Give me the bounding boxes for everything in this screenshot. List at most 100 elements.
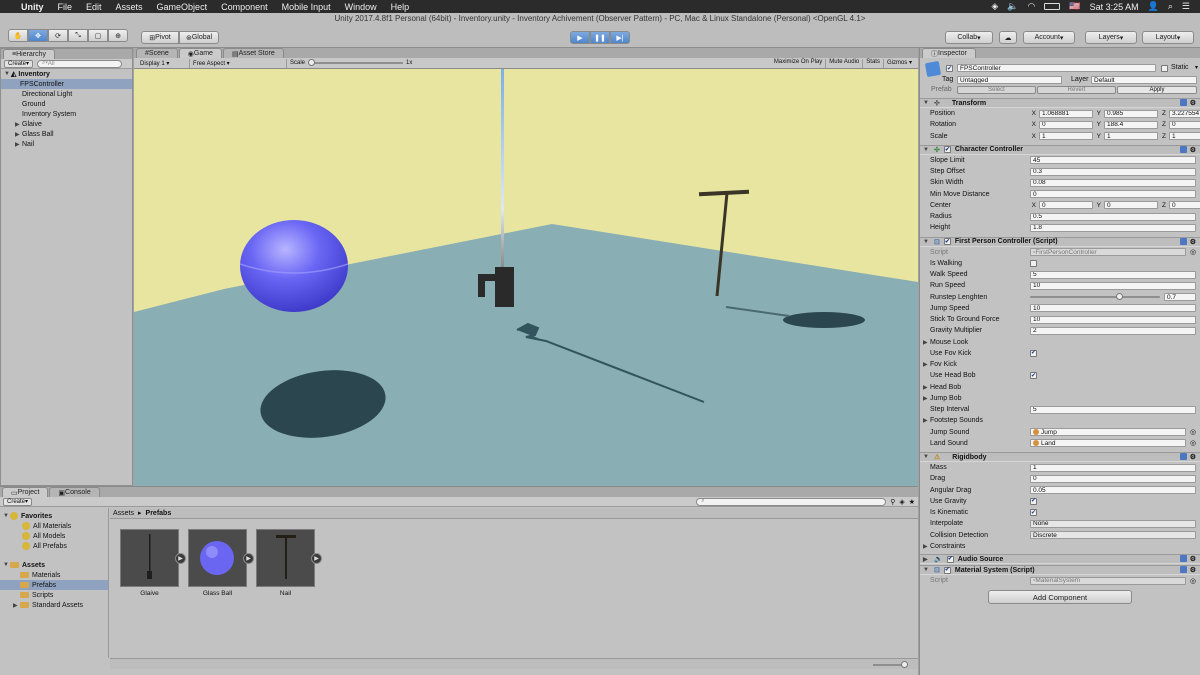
- constraints-foldout[interactable]: ▶ Constraints: [920, 541, 1200, 552]
- cloud-icon[interactable]: ☁: [999, 31, 1017, 44]
- notification-center-icon[interactable]: ☰: [1182, 1, 1190, 12]
- fov-kick-foldout[interactable]: ▶ Fov Kick: [920, 359, 1200, 370]
- favorite-star-icon[interactable]: ★: [909, 498, 915, 506]
- menu-gameobject[interactable]: GameObject: [150, 2, 215, 12]
- user-icon[interactable]: 👤: [1148, 1, 1159, 12]
- account-dropdown[interactable]: Account ▾: [1023, 31, 1075, 44]
- play-button[interactable]: ▶: [570, 31, 590, 44]
- step-offset-field[interactable]: 0.3: [1030, 167, 1196, 176]
- tab-console[interactable]: ▣ Console: [49, 487, 100, 497]
- gear-icon[interactable]: ⚙: [1190, 566, 1196, 574]
- assets-row[interactable]: ▼ Assets: [0, 560, 108, 570]
- prefab-nail[interactable]: ▶ Nail: [256, 529, 322, 597]
- favorites-row[interactable]: ▼ Favorites: [0, 511, 108, 521]
- transform-header[interactable]: ▼ ⊹ Transform ⚙: [920, 98, 1200, 108]
- tab-project[interactable]: ▭ Project: [2, 487, 49, 497]
- thumbnail-size-knob[interactable]: [901, 661, 908, 668]
- object-name-field[interactable]: FPSController: [957, 64, 1156, 72]
- mass-field[interactable]: 1: [1030, 463, 1196, 472]
- scale-y-field[interactable]: 1: [1104, 132, 1158, 141]
- prefab-apply-button[interactable]: Apply: [1117, 86, 1197, 94]
- hand-tool-icon[interactable]: ✋: [8, 29, 28, 42]
- menu-edit[interactable]: Edit: [79, 2, 109, 12]
- head-bob-foldout[interactable]: ▶ Head Bob: [920, 382, 1200, 393]
- move-tool-icon[interactable]: ✥: [28, 29, 48, 42]
- step-interval-field[interactable]: 5: [1030, 405, 1196, 414]
- land-sound-field[interactable]: Land: [1030, 439, 1186, 448]
- prefab-glaive[interactable]: ▶ Glaive: [120, 529, 186, 597]
- center-x-field[interactable]: 0: [1039, 201, 1093, 210]
- audio-source-header[interactable]: ▶ 🔊 ✔ Audio Source ⚙: [920, 554, 1200, 564]
- menu-window[interactable]: Window: [338, 2, 384, 12]
- menu-file[interactable]: File: [51, 2, 80, 12]
- run-speed-field[interactable]: 10: [1030, 281, 1196, 290]
- game-viewport[interactable]: [134, 69, 918, 486]
- spotlight-search-icon[interactable]: ⌕: [1168, 1, 1173, 12]
- stick-ground-field[interactable]: 10: [1030, 315, 1196, 324]
- layer-dropdown[interactable]: Default: [1091, 76, 1197, 84]
- active-checkbox[interactable]: ✔: [946, 65, 953, 72]
- component-enabled-checkbox[interactable]: ✔: [943, 238, 951, 245]
- project-create-button[interactable]: Create ▾: [3, 497, 33, 506]
- foldout-arrow-icon[interactable]: ▶: [923, 339, 930, 346]
- rigidbody-header[interactable]: ▼ ⚠ Rigidbody ⚙: [920, 452, 1200, 462]
- glaive-pole[interactable]: [501, 69, 504, 269]
- pause-button[interactable]: ❚❚: [590, 31, 610, 44]
- gizmos-dropdown[interactable]: Gizmos ▾: [884, 59, 915, 68]
- hierarchy-item-fpscontroller[interactable]: FPSController: [1, 79, 132, 89]
- collapse-arrow-icon[interactable]: ▶: [15, 131, 22, 138]
- stats-toggle[interactable]: Stats: [863, 59, 883, 68]
- hierarchy-item-glaive[interactable]: ▶ Glaive: [1, 119, 132, 129]
- battery-icon[interactable]: [1044, 3, 1061, 10]
- layout-dropdown[interactable]: Layout ▾: [1142, 31, 1194, 44]
- use-head-bob-checkbox[interactable]: ✔: [1030, 372, 1037, 380]
- scale-z-field[interactable]: 1: [1169, 132, 1200, 141]
- collapse-arrow-icon[interactable]: ▶: [15, 121, 22, 128]
- layers-dropdown[interactable]: Layers ▾: [1085, 31, 1137, 44]
- tab-asset-store[interactable]: ▤ Asset Store: [222, 48, 284, 58]
- prefab-revert-button[interactable]: Revert: [1037, 86, 1116, 94]
- rotation-z-field[interactable]: 0: [1169, 120, 1200, 129]
- object-picker-icon[interactable]: ◎: [1190, 248, 1196, 256]
- expand-arrow-icon[interactable]: ▼: [3, 562, 10, 568]
- center-y-field[interactable]: 0: [1104, 201, 1158, 210]
- jump-sound-field[interactable]: Jump: [1030, 428, 1186, 437]
- gear-icon[interactable]: ⚙: [1190, 555, 1196, 563]
- preview-play-icon[interactable]: ▶: [243, 553, 254, 564]
- object-picker-icon[interactable]: ◎: [1190, 577, 1196, 585]
- height-field[interactable]: 1.8: [1030, 223, 1196, 232]
- collapse-arrow-icon[interactable]: ▶: [15, 141, 22, 148]
- favorite-all-materials[interactable]: All Materials: [0, 521, 108, 531]
- component-enabled-checkbox[interactable]: ✔: [943, 566, 951, 574]
- hierarchy-search-input[interactable]: ⌕▾ All: [37, 59, 123, 68]
- radius-field[interactable]: 0.5: [1030, 212, 1196, 221]
- breadcrumb-prefabs[interactable]: Prefabs: [146, 510, 172, 517]
- expand-arrow-icon[interactable]: ▼: [923, 147, 930, 153]
- aspect-dropdown[interactable]: Free Aspect ▾: [190, 60, 286, 67]
- gear-icon[interactable]: ⚙: [1190, 238, 1196, 246]
- foldout-arrow-icon[interactable]: ▶: [923, 417, 930, 424]
- preview-play-icon[interactable]: ▶: [175, 553, 186, 564]
- clock[interactable]: Sat 3:25 AM: [1090, 2, 1139, 12]
- collab-dropdown[interactable]: Collab ▾: [945, 31, 993, 44]
- menu-unity[interactable]: Unity: [14, 2, 51, 12]
- breadcrumb-assets[interactable]: Assets: [113, 510, 134, 517]
- scale-x-field[interactable]: 1: [1039, 132, 1093, 141]
- rect-tool-icon[interactable]: ▢: [88, 29, 108, 42]
- hierarchy-item-directional-light[interactable]: Directional Light: [1, 89, 132, 99]
- hierarchy-item-inventory-system[interactable]: Inventory System: [1, 109, 132, 119]
- menu-mobile-input[interactable]: Mobile Input: [275, 2, 338, 12]
- vpn-icon[interactable]: ◈: [991, 1, 998, 12]
- rotation-x-field[interactable]: 0: [1039, 120, 1093, 129]
- runstep-field[interactable]: 0.7: [1164, 293, 1196, 302]
- position-x-field[interactable]: 1.068881: [1039, 109, 1093, 118]
- global-button[interactable]: ⊛ Global: [179, 31, 219, 44]
- foldout-arrow-icon[interactable]: ▶: [923, 361, 930, 368]
- tab-scene[interactable]: # Scene: [136, 48, 178, 58]
- prefab-glass-ball[interactable]: ▶ Glass Ball: [188, 529, 254, 597]
- object-picker-icon[interactable]: ◎: [1190, 439, 1196, 447]
- skin-width-field[interactable]: 0.08: [1030, 178, 1196, 187]
- jump-speed-field[interactable]: 10: [1030, 304, 1196, 313]
- collision-dropdown[interactable]: Discrete: [1030, 531, 1196, 540]
- scale-slider[interactable]: [308, 59, 404, 67]
